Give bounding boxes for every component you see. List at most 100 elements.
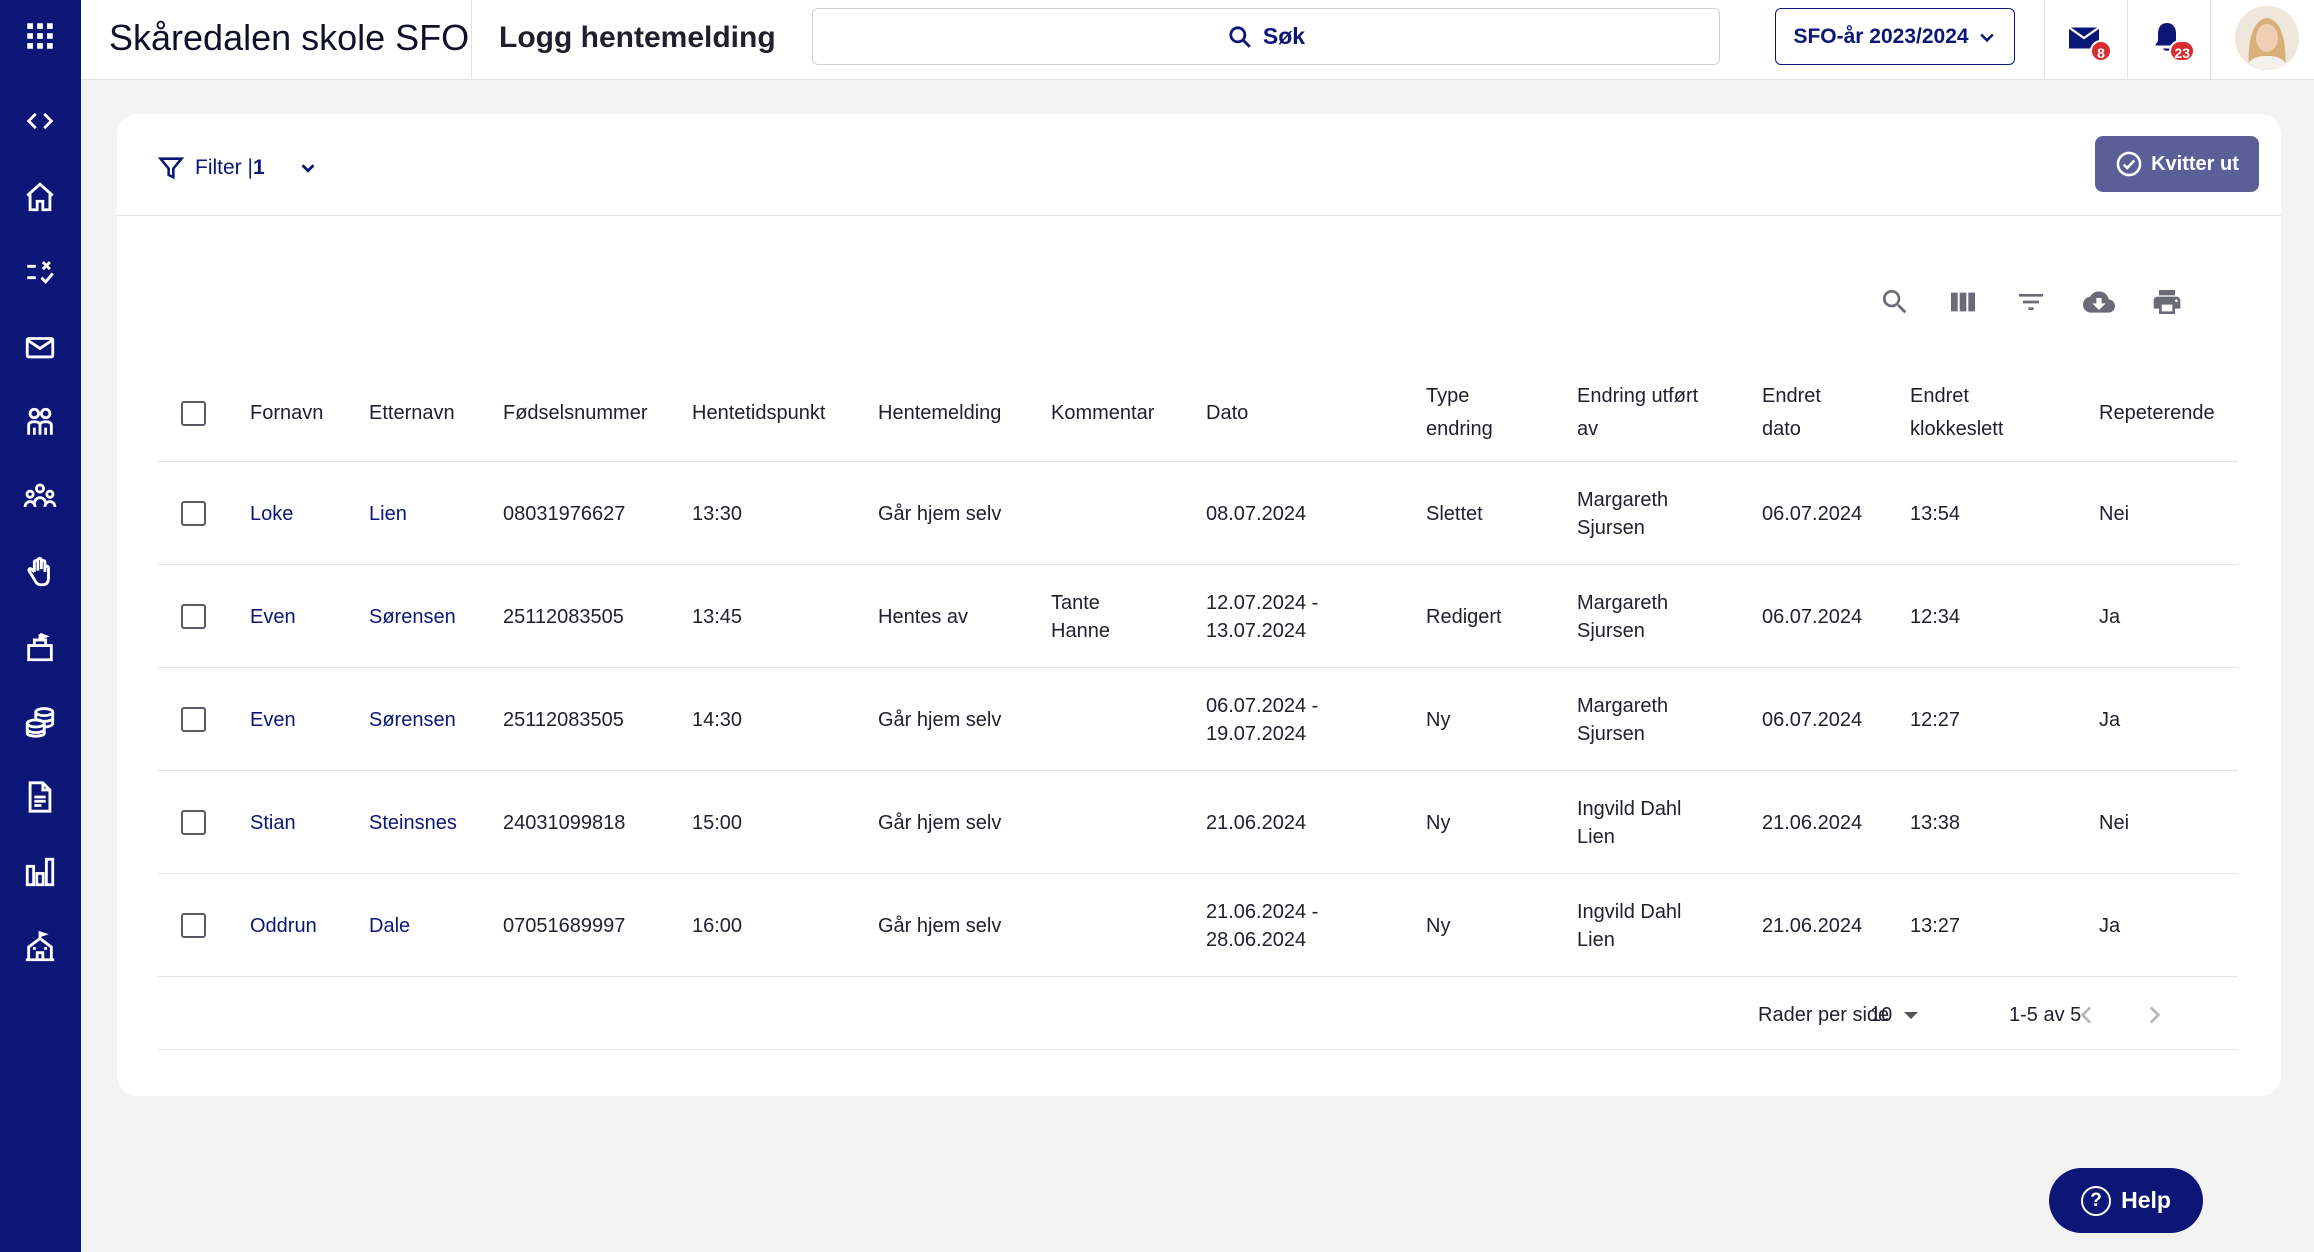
cell-repeterende: Ja — [2099, 605, 2121, 628]
rows-per-page-select[interactable]: 10 — [1870, 980, 1919, 1050]
table-row[interactable]: Even Sørensen 25112083505 13:45 Hentes a… — [157, 565, 2238, 668]
col-kommentar[interactable]: Kommentar — [1051, 364, 1154, 462]
filter-button[interactable]: Filter |1 — [157, 148, 319, 188]
divider — [2210, 0, 2211, 78]
cell-dato: 06.07.2024 - 19.07.2024 — [1206, 694, 1319, 745]
cell-etternavn[interactable]: Steinsnes — [369, 771, 457, 874]
col-hentemelding[interactable]: Hentemelding — [878, 364, 1001, 462]
col-etternavn[interactable]: Etternavn — [369, 364, 455, 462]
avatar[interactable] — [2235, 6, 2299, 70]
cell-repeterende: Nei — [2099, 502, 2130, 525]
col-fodselsnummer[interactable]: Fødselsnummer — [503, 364, 647, 462]
row-checkbox[interactable] — [181, 913, 206, 938]
previous-page-button[interactable] — [2074, 1002, 2100, 1028]
school-icon[interactable] — [20, 927, 60, 967]
cell-hentetidspunkt: 13:30 — [692, 502, 743, 525]
table-row[interactable]: Even Sørensen 25112083505 14:30 Går hjem… — [157, 668, 2238, 771]
cell-endret-dato: 21.06.2024 — [1762, 811, 1863, 834]
columns-button[interactable] — [1945, 284, 1981, 320]
reports-icon[interactable] — [20, 852, 60, 892]
check-circle-icon — [2116, 151, 2142, 177]
view-columns-icon — [1951, 292, 1975, 312]
search-input[interactable]: Søk — [812, 8, 1720, 65]
col-hentetidspunkt[interactable]: Hentetidspunkt — [692, 364, 825, 462]
cell-endring-utfort-av: Ingvild Dahl Lien — [1577, 900, 1682, 951]
select-all-checkbox[interactable] — [181, 400, 206, 426]
cell-endret-klokkeslett: 13:27 — [1910, 914, 1961, 937]
next-page-button[interactable] — [2141, 1002, 2167, 1028]
table-search-button[interactable] — [1877, 284, 1913, 320]
groups-icon[interactable] — [20, 477, 60, 517]
cell-hentemelding: Går hjem selv — [878, 914, 1002, 937]
cell-fornavn[interactable]: Even — [250, 565, 296, 668]
cell-repeterende: Ja — [2099, 708, 2121, 731]
cell-endret-klokkeslett: 13:54 — [1910, 502, 1961, 525]
filter-list-icon — [2019, 294, 2043, 310]
mail-button[interactable]: 8 — [2066, 20, 2112, 62]
app-grid-icon[interactable] — [20, 16, 60, 56]
cell-fornavn[interactable]: Oddrun — [250, 874, 317, 977]
col-endret-klokkeslett[interactable]: Endret klokkeslett — [1910, 364, 2020, 462]
col-dato[interactable]: Dato — [1206, 364, 1248, 462]
download-button[interactable] — [2081, 284, 2117, 320]
cell-fodselsnummer: 25112083505 — [503, 708, 624, 731]
documents-icon[interactable] — [20, 777, 60, 817]
help-button[interactable]: ? Help — [2049, 1168, 2203, 1233]
cell-type-endring: Redigert — [1426, 605, 1502, 628]
year-selector[interactable]: SFO-år 2023/2024 — [1775, 8, 2015, 65]
table-filter-button[interactable] — [2013, 284, 2049, 320]
rows-per-page-value: 10 — [1870, 1003, 1893, 1026]
cell-etternavn[interactable]: Dale — [369, 874, 410, 977]
cell-dato: 08.07.2024 — [1206, 502, 1307, 525]
row-checkbox[interactable] — [181, 707, 206, 732]
col-repeterende[interactable]: Repeterende — [2099, 364, 2215, 462]
cell-fodselsnummer: 07051689997 — [503, 914, 626, 937]
chevron-right-icon — [2149, 1006, 2161, 1024]
log-table: Fornavn Etternavn Fødselsnummer Hentetid… — [157, 364, 2238, 977]
cell-fornavn[interactable]: Loke — [250, 462, 293, 565]
home-icon[interactable] — [20, 177, 60, 217]
expand-collapse-icon[interactable] — [20, 101, 60, 141]
kvitter-ut-button[interactable]: Kvitter ut — [2095, 136, 2259, 192]
cell-etternavn[interactable]: Sørensen — [369, 565, 456, 668]
page-title: Logg hentemelding — [499, 21, 776, 54]
col-endret-dato[interactable]: Endret dato — [1762, 364, 1842, 462]
col-type-endring[interactable]: Type endring — [1426, 364, 1516, 462]
cell-etternavn[interactable]: Lien — [369, 462, 407, 565]
cell-dato: 21.06.2024 - 28.06.2024 — [1206, 900, 1319, 951]
table-row[interactable]: Oddrun Dale 07051689997 16:00 Går hjem s… — [157, 874, 2238, 977]
cell-fornavn[interactable]: Even — [250, 668, 296, 771]
table-row[interactable]: Loke Lien 08031976627 13:30 Går hjem sel… — [157, 462, 2238, 565]
cell-dato: 12.07.2024 - 13.07.2024 — [1206, 591, 1319, 642]
chevron-left-icon — [2080, 1006, 2092, 1024]
table-header: Fornavn Etternavn Fødselsnummer Hentetid… — [157, 364, 2238, 462]
cell-hentetidspunkt: 15:00 — [692, 811, 743, 834]
row-select-cell — [181, 462, 206, 565]
cell-hentetidspunkt: 16:00 — [692, 914, 743, 937]
notifications-button[interactable]: 23 — [2149, 20, 2195, 62]
col-fornavn[interactable]: Fornavn — [250, 364, 323, 462]
cell-endring-utfort-av: Margareth Sjursen — [1577, 694, 1669, 745]
row-checkbox[interactable] — [181, 501, 206, 526]
print-button[interactable] — [2149, 284, 2185, 320]
children-icon[interactable] — [20, 402, 60, 442]
cell-fodselsnummer: 25112083505 — [503, 605, 624, 628]
payments-icon[interactable] — [20, 702, 60, 742]
print-icon — [2153, 290, 2181, 314]
cell-kommentar — [1051, 668, 1141, 771]
tasks-icon[interactable] — [20, 252, 60, 292]
col-endring-utfort-av[interactable]: Endring utført av — [1577, 364, 1717, 462]
divider — [471, 0, 472, 78]
cell-hentemelding: Går hjem selv — [878, 708, 1002, 731]
search-icon — [1883, 290, 1907, 314]
hand-raise-icon[interactable] — [20, 552, 60, 592]
table-row[interactable]: Stian Steinsnes 24031099818 15:00 Går hj… — [157, 771, 2238, 874]
row-checkbox[interactable] — [181, 604, 206, 629]
cell-fornavn[interactable]: Stian — [250, 771, 296, 874]
row-checkbox[interactable] — [181, 810, 206, 835]
top-bar: Skåredalen skole SFO Logg hentemelding S… — [81, 0, 2314, 80]
departments-icon[interactable] — [20, 627, 60, 667]
mail-icon[interactable] — [20, 327, 60, 367]
cell-endret-klokkeslett: 13:38 — [1910, 811, 1961, 834]
cell-etternavn[interactable]: Sørensen — [369, 668, 456, 771]
